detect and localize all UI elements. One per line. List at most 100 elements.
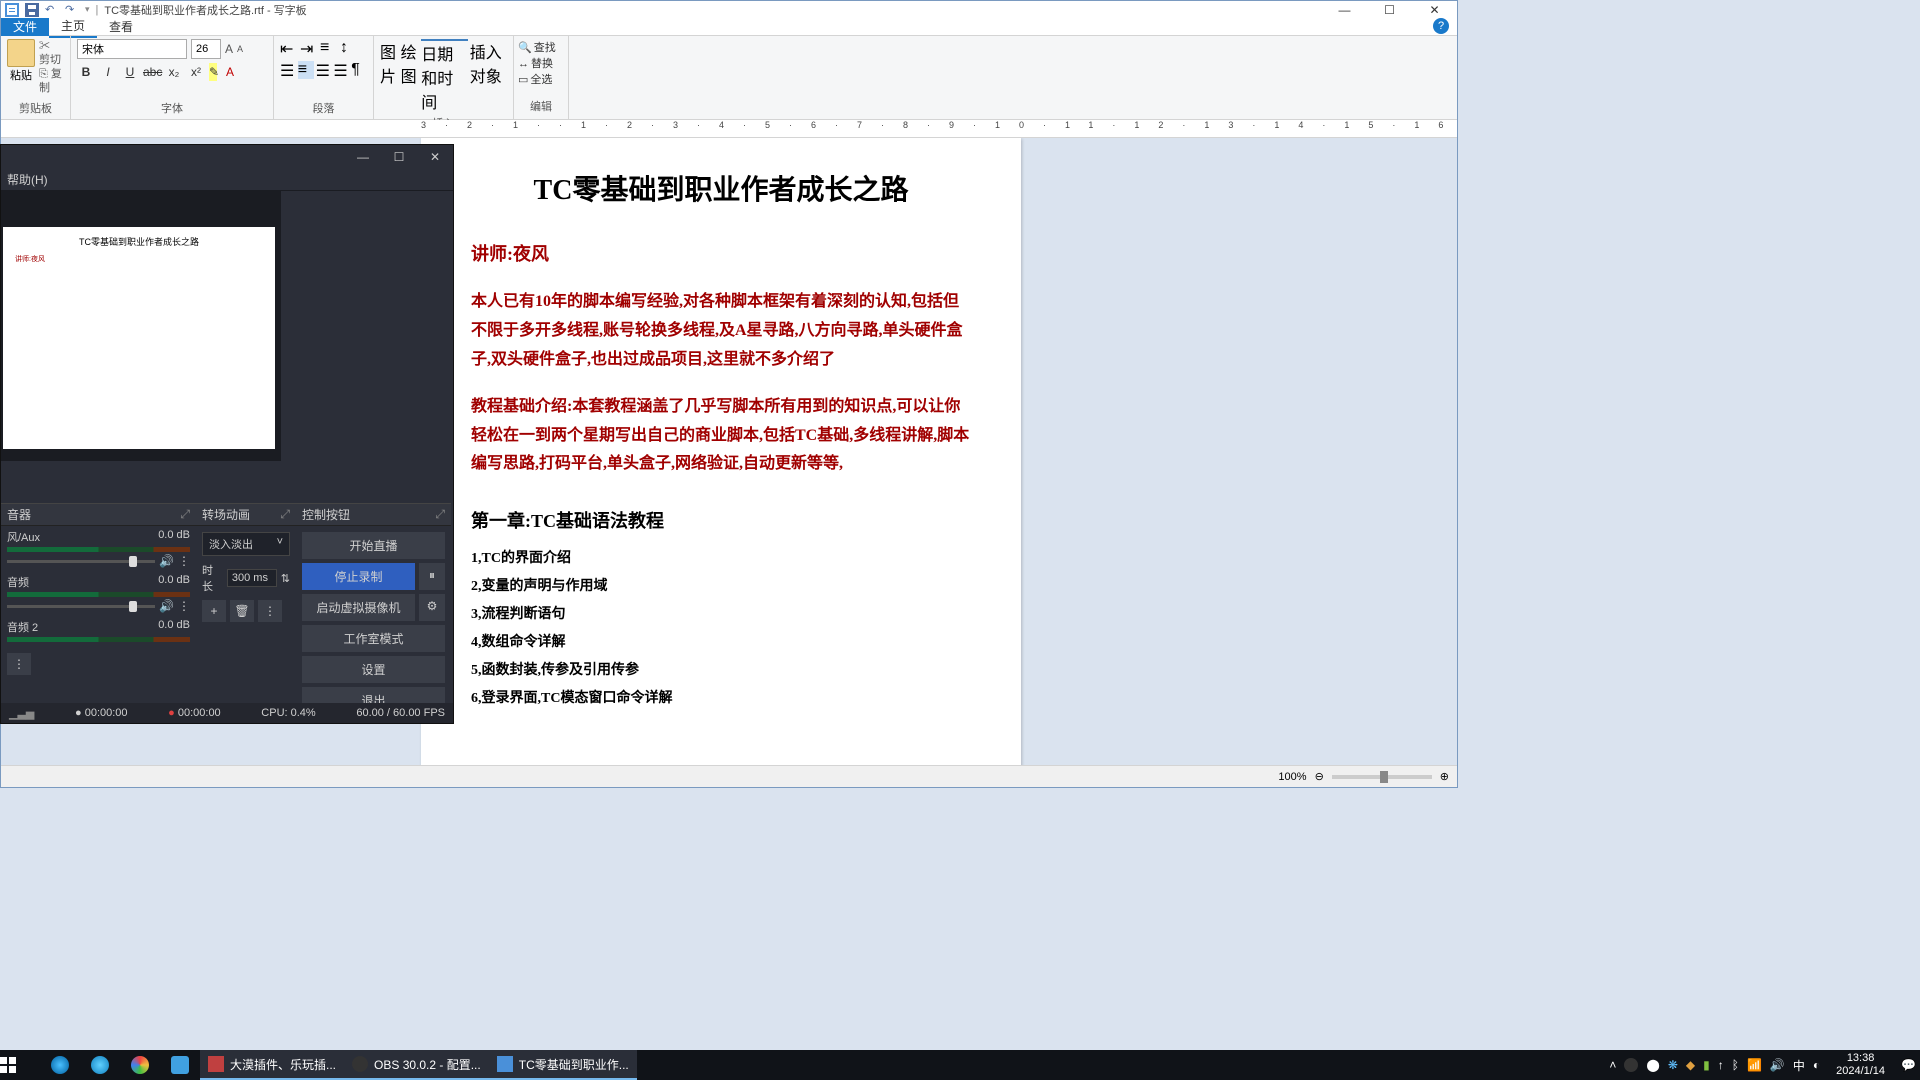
popout-icon[interactable]: ⤢: [180, 507, 190, 522]
obs-maximize-button[interactable]: ☐: [381, 145, 417, 169]
superscript-button[interactable]: x²: [187, 63, 205, 81]
tab-home[interactable]: 主页: [49, 15, 97, 38]
tray-icon[interactable]: ▮: [1703, 1058, 1710, 1072]
popout-icon[interactable]: ⤢: [435, 507, 445, 522]
insert-object-button[interactable]: 插入对象: [470, 39, 507, 113]
insert-paint-button[interactable]: 绘图: [401, 39, 420, 113]
paste-button[interactable]: 粘贴: [7, 39, 35, 95]
document-page[interactable]: TC零基础到职业作者成长之路 讲师:夜风 本人已有10年的脚本编写经验,对各种脚…: [421, 138, 1021, 765]
underline-button[interactable]: U: [121, 63, 139, 81]
save-icon[interactable]: [25, 3, 39, 17]
popout-icon[interactable]: ⤢: [280, 507, 290, 522]
duration-input[interactable]: 300 ms: [227, 569, 277, 587]
decrease-indent-icon[interactable]: ⇤: [280, 39, 298, 57]
tray-icon[interactable]: ↑: [1718, 1058, 1724, 1072]
transition-select[interactable]: 淡入淡出˅: [202, 532, 290, 556]
tray-icon[interactable]: [1624, 1058, 1638, 1072]
settings-button[interactable]: 设置: [302, 656, 445, 683]
obs-minimize-button[interactable]: —: [345, 145, 381, 169]
strikethrough-button[interactable]: abc: [143, 63, 161, 81]
tab-file[interactable]: 文件: [1, 18, 49, 36]
tab-view[interactable]: 查看: [97, 16, 145, 37]
taskbar-icon[interactable]: [80, 1050, 120, 1080]
align-center-icon[interactable]: ≡: [298, 61, 314, 79]
ime-icon[interactable]: 中: [1793, 1057, 1805, 1074]
taskbar-app[interactable]: 大漠插件、乐玩插...: [200, 1050, 344, 1080]
insert-picture-button[interactable]: 图片: [380, 39, 399, 113]
doc-item: 5,函数封装,传参及引用传参: [471, 657, 971, 685]
insert-datetime-button[interactable]: 日期和时间: [421, 39, 468, 113]
tray-icon[interactable]: ⬤: [1646, 1058, 1659, 1072]
taskbar-icon[interactable]: [40, 1050, 80, 1080]
start-stream-button[interactable]: 开始直播: [302, 532, 445, 559]
taskbar-icon[interactable]: [160, 1050, 200, 1080]
close-button[interactable]: ✕: [1412, 1, 1457, 18]
remove-transition-button[interactable]: 🗑: [230, 600, 254, 622]
speaker-icon[interactable]: 🔊: [159, 554, 174, 568]
bluetooth-icon[interactable]: ᛒ: [1732, 1058, 1739, 1072]
tray-icon[interactable]: ◐: [1813, 1058, 1820, 1072]
studio-mode-button[interactable]: 工作室模式: [302, 625, 445, 652]
start-button[interactable]: [0, 1057, 40, 1073]
qat-dropdown-icon[interactable]: ▾: [85, 4, 90, 15]
virtual-cam-settings-button[interactable]: ⚙: [419, 594, 445, 621]
audio-meter: [7, 637, 190, 642]
cut-button[interactable]: ✂ 剪切: [39, 39, 64, 67]
taskbar-icon[interactable]: [120, 1050, 160, 1080]
maximize-button[interactable]: ☐: [1367, 1, 1412, 18]
taskbar-clock[interactable]: 13:38 2024/1/14: [1828, 1050, 1893, 1080]
pause-record-button[interactable]: ⏸: [419, 563, 445, 590]
copy-button[interactable]: ⎘ 复制: [39, 67, 64, 95]
obs-close-button[interactable]: ✕: [417, 145, 453, 169]
obs-preview[interactable]: TC零基础到职业作者成长之路 讲师:夜风: [1, 191, 281, 461]
audio-meter: [7, 592, 190, 597]
virtual-cam-button[interactable]: 启动虚拟摄像机: [302, 594, 415, 621]
minimize-button[interactable]: —: [1322, 1, 1367, 18]
wifi-icon[interactable]: 📶: [1747, 1058, 1762, 1072]
subscript-button[interactable]: x₂: [165, 63, 183, 81]
search-icon: 🔍: [518, 40, 532, 56]
spinner-icon[interactable]: ⇅: [281, 572, 290, 585]
line-spacing-icon[interactable]: ↕: [340, 39, 358, 57]
tray-chevron-icon[interactable]: ˄: [1609, 1058, 1616, 1072]
notifications-icon[interactable]: 💬: [1901, 1058, 1916, 1072]
kebab-icon[interactable]: ⋮: [178, 599, 190, 613]
add-transition-button[interactable]: +: [202, 600, 226, 622]
transition-kebab-button[interactable]: ⋮: [258, 600, 282, 622]
grow-font-icon[interactable]: A: [225, 42, 233, 56]
kebab-icon[interactable]: ⋮: [178, 554, 190, 568]
bold-button[interactable]: B: [77, 63, 95, 81]
tray-icon[interactable]: ◆: [1686, 1058, 1695, 1072]
mixer-kebab-button[interactable]: ⋮: [7, 653, 31, 675]
zoom-out-button[interactable]: ⊖: [1315, 770, 1324, 783]
zoom-slider[interactable]: [1332, 775, 1432, 779]
highlight-button[interactable]: ✎: [209, 63, 217, 81]
justify-icon[interactable]: ☰: [333, 61, 349, 79]
ruler[interactable]: 3·2·1··1·2·3·4·5·6·7·8·9·10·11·12·13·14·…: [1, 120, 1457, 138]
zoom-in-button[interactable]: ⊕: [1440, 770, 1449, 783]
volume-slider[interactable]: [7, 605, 155, 608]
obs-statusbar: ▁▃▅ ● 00:00:00 ● 00:00:00 CPU: 0.4% 60.0…: [1, 703, 453, 723]
taskbar-app[interactable]: TC零基础到职业作...: [489, 1050, 637, 1080]
font-size-select[interactable]: [191, 39, 221, 59]
find-button[interactable]: 🔍查找: [518, 40, 564, 56]
italic-button[interactable]: I: [99, 63, 117, 81]
tray-icon[interactable]: ❋: [1668, 1058, 1678, 1072]
font-family-select[interactable]: [77, 39, 187, 59]
replace-button[interactable]: ↔替换: [518, 56, 564, 72]
increase-indent-icon[interactable]: ⇥: [300, 39, 318, 57]
obs-menu-help[interactable]: 帮助(H): [7, 173, 48, 187]
bullets-icon[interactable]: ≡: [320, 39, 338, 57]
help-icon[interactable]: ?: [1433, 18, 1449, 34]
align-left-icon[interactable]: ☰: [280, 61, 296, 79]
align-right-icon[interactable]: ☰: [316, 61, 332, 79]
taskbar-app[interactable]: OBS 30.0.2 - 配置...: [344, 1050, 489, 1080]
shrink-font-icon[interactable]: A: [237, 44, 243, 54]
font-color-button[interactable]: A: [221, 63, 239, 81]
paragraph-dialog-icon[interactable]: ¶: [351, 61, 367, 79]
volume-slider[interactable]: [7, 560, 155, 563]
selectall-button[interactable]: ▭全选: [518, 72, 564, 88]
volume-icon[interactable]: 🔊: [1770, 1058, 1785, 1072]
stop-record-button[interactable]: 停止录制: [302, 563, 415, 590]
speaker-icon[interactable]: 🔊: [159, 599, 174, 613]
